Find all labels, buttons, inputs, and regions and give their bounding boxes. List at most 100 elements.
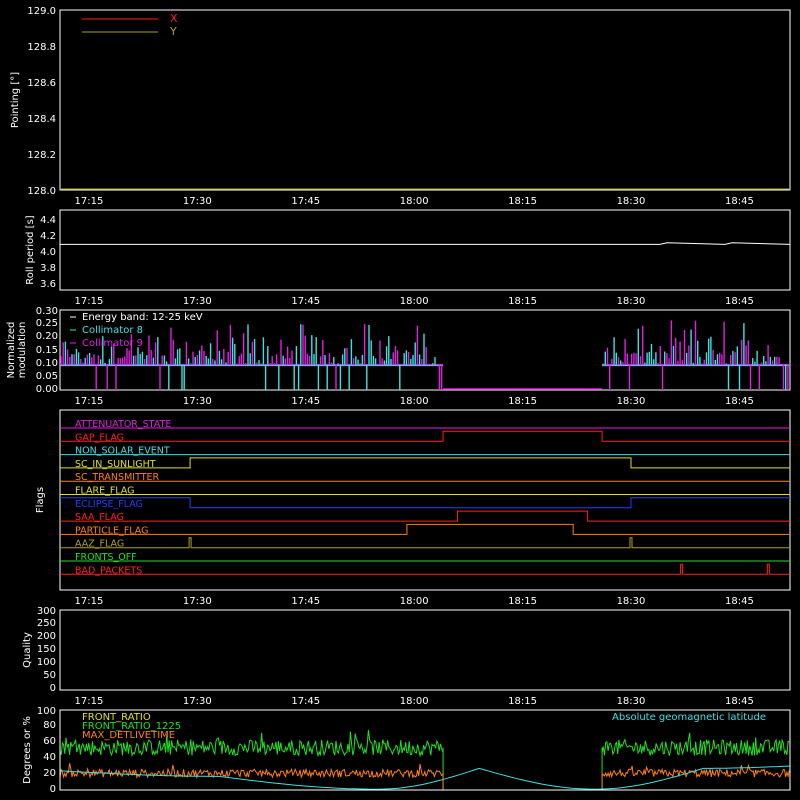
flag-step-lines: ATTENUATOR_STATEGAP_FLAGNON_SOLAR_EVENTS… — [60, 419, 790, 576]
y-tick-label: 250 — [37, 618, 56, 629]
modulation-legend: Energy band: 12-25 keV Collimator 8 Coll… — [70, 312, 203, 349]
modulation-series — [60, 320, 790, 390]
y-tick-label: 4.4 — [40, 215, 56, 226]
time-tick-label: 18:00 — [400, 396, 429, 407]
time-axis-labels: 17:15 17:30 17:45 18:00 18:15 18:30 18:45 — [74, 596, 753, 607]
modulation-panel: 0.00 0.05 0.10 0.15 0.20 0.25 0.30 Norma… — [6, 306, 791, 407]
y-tick-label: 3.8 — [40, 263, 56, 274]
ratios-y-axis-title: Degrees or % — [22, 716, 33, 784]
y-tick-label: 0.25 — [36, 318, 58, 329]
time-axis-labels: 17:15 17:30 17:45 18:00 18:15 18:30 18:45 — [74, 296, 753, 307]
pointing-panel: 128.0 128.2 128.4 128.6 128.8 129.0 Poin… — [10, 6, 791, 207]
flag-line — [60, 537, 790, 549]
flag-line — [60, 430, 790, 442]
flag-line — [60, 457, 790, 469]
quality-frame — [59, 609, 791, 691]
roll-period-panel: 3.6 3.8 4.0 4.2 4.4 Roll period [s] 17:1… — [25, 209, 791, 307]
quality-y-axis-title: Quality — [22, 632, 33, 668]
flags-frame — [59, 409, 791, 591]
y-tick-label: 200 — [37, 631, 56, 642]
roll-period-series — [60, 242, 791, 245]
flag-line — [60, 510, 790, 522]
legend-label-energy-band: Energy band: 12-25 keV — [82, 312, 203, 323]
time-tick-label: 18:00 — [400, 596, 429, 607]
time-tick-label: 18:00 — [400, 296, 429, 307]
front-ratio-1225-series — [601, 732, 790, 756]
y-tick-label: 0 — [50, 683, 56, 694]
legend-label-x: X — [170, 12, 178, 25]
time-tick-label: 17:30 — [183, 196, 212, 207]
time-axis-labels: 17:15 17:30 17:45 18:00 18:15 18:30 18:45 — [74, 196, 753, 207]
max-detlivetime-series — [59, 763, 444, 780]
pointing-y-axis-title: Pointing [°] — [10, 72, 21, 128]
y-tick-label: 300 — [37, 606, 56, 617]
y-tick-label: 0 — [50, 784, 56, 795]
time-tick-label: 17:15 — [74, 696, 103, 707]
time-tick-label: 18:30 — [617, 396, 646, 407]
y-tick-label: 50 — [43, 670, 56, 681]
max-detlivetime-gap — [442, 773, 603, 791]
time-tick-label: 17:30 — [183, 396, 212, 407]
front-ratio-1225-gap — [442, 747, 603, 791]
time-tick-label: 17:45 — [291, 596, 320, 607]
legend-label-max-detlivetime: MAX_DETLIVETIME — [82, 730, 175, 741]
ratios-legend: FRONT_RATIO FRONT_RATIO_1225 MAX_DETLIVE… — [82, 712, 766, 741]
pointing-legend: X Y — [82, 12, 178, 38]
time-tick-label: 18:15 — [508, 396, 537, 407]
y-tick-label: 150 — [37, 644, 56, 655]
time-tick-label: 18:30 — [617, 196, 646, 207]
y-tick-label: 3.6 — [40, 279, 56, 290]
y-tick-label: 0.20 — [36, 331, 58, 342]
y-tick-label: 80 — [43, 720, 56, 731]
time-axis-labels: 17:15 17:30 17:45 18:00 18:15 18:30 18:45 — [74, 396, 753, 407]
time-tick-label: 18:15 — [508, 696, 537, 707]
y-tick-label: 4.2 — [40, 231, 56, 242]
time-tick-label: 18:30 — [617, 296, 646, 307]
legend-label-collimator-8: Collimator 8 — [82, 325, 143, 336]
time-tick-label: 17:30 — [183, 696, 212, 707]
y-tick-label: 60 — [43, 736, 56, 747]
time-tick-label: 18:45 — [725, 596, 754, 607]
y-tick-label: 129.0 — [27, 6, 56, 17]
y-tick-label: 128.8 — [27, 42, 56, 53]
y-tick-label: 0.05 — [36, 371, 58, 382]
time-tick-label: 18:00 — [400, 696, 429, 707]
time-tick-label: 17:30 — [183, 296, 212, 307]
time-tick-label: 18:00 — [400, 196, 429, 207]
y-tick-label: 0.30 — [36, 306, 58, 317]
y-tick-label: 4.0 — [40, 247, 56, 258]
time-tick-label: 17:45 — [291, 196, 320, 207]
latitude-annotation: Absolute geomagnetic latitude — [612, 712, 766, 723]
flag-line — [60, 497, 790, 509]
y-tick-label: 128.6 — [27, 78, 56, 89]
flag-line — [60, 523, 790, 535]
y-tick-label: 100 — [37, 657, 56, 668]
time-tick-label: 18:45 — [725, 196, 754, 207]
time-tick-label: 17:45 — [291, 696, 320, 707]
y-tick-label: 0.10 — [36, 358, 58, 369]
time-tick-label: 18:45 — [725, 696, 754, 707]
roll-period-frame — [59, 209, 791, 291]
modulation-y-axis-title: Normalizedmodulation — [6, 322, 28, 379]
time-tick-label: 18:15 — [508, 596, 537, 607]
time-tick-label: 18:45 — [725, 396, 754, 407]
time-tick-label: 17:45 — [291, 396, 320, 407]
y-tick-label: 0.00 — [36, 384, 58, 395]
telemetry-quicklook-chart: 128.0 128.2 128.4 128.6 128.8 129.0 Poin… — [0, 0, 800, 800]
flag-line — [60, 563, 790, 575]
y-tick-label: 100 — [37, 706, 56, 717]
time-tick-label: 17:45 — [291, 296, 320, 307]
time-tick-label: 17:30 — [183, 596, 212, 607]
roll-period-y-axis-title: Roll period [s] — [25, 215, 36, 284]
pointing-y-ticks: 128.0 128.2 128.4 128.6 128.8 129.0 — [27, 6, 56, 197]
time-tick-label: 18:45 — [725, 296, 754, 307]
ratios-panel: 0 20 40 60 80 100 Degrees or % FRONT_RAT… — [22, 706, 791, 795]
time-axis-labels: 17:15 17:30 17:45 18:00 18:15 18:30 18:45 — [74, 696, 753, 707]
time-tick-label: 18:15 — [508, 296, 537, 307]
time-tick-label: 18:15 — [508, 196, 537, 207]
flags-y-axis-title: Flags — [35, 487, 46, 513]
y-tick-label: 20 — [43, 768, 56, 779]
time-tick-label: 17:15 — [74, 596, 103, 607]
flags-panel: Flags ATTENUATOR_STATEGAP_FLAGNON_SOLAR_… — [35, 409, 791, 607]
y-tick-label: 128.0 — [27, 186, 56, 197]
